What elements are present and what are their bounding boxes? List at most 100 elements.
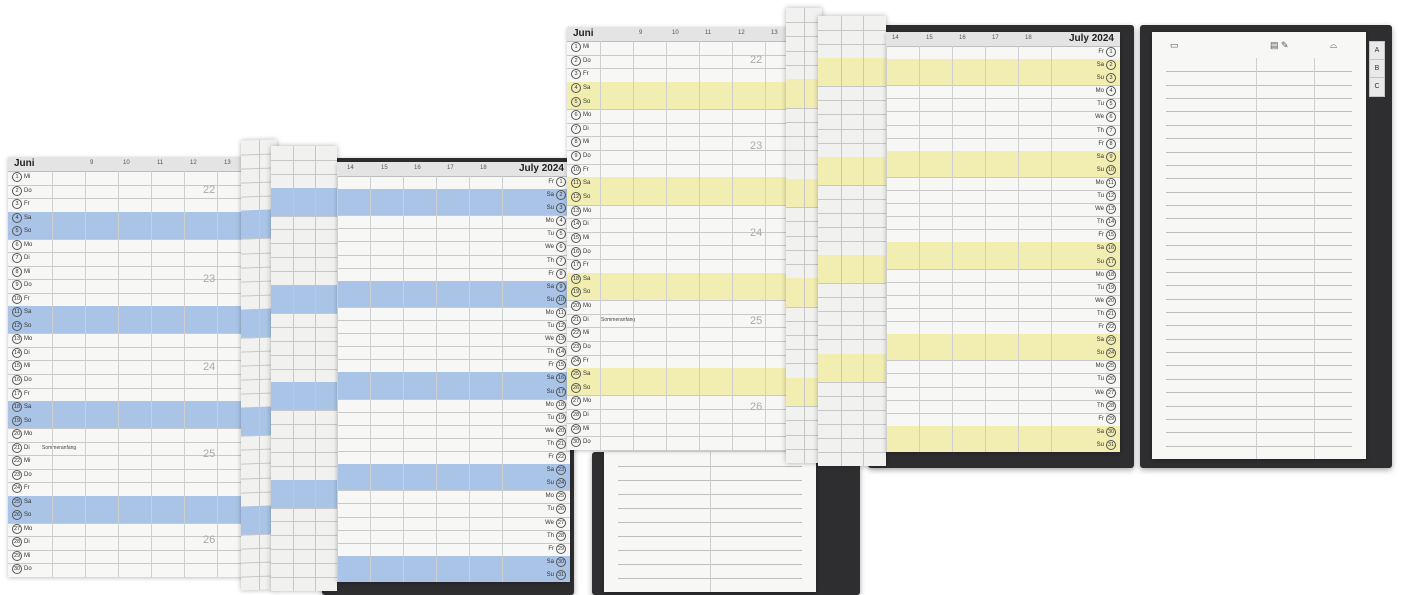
day-row: Th 21 xyxy=(886,308,1120,323)
day-row: 14 Di xyxy=(8,347,248,362)
fold-grid-line xyxy=(271,229,337,245)
note-line xyxy=(1166,352,1352,354)
day-row: Mo 18 xyxy=(886,269,1120,283)
fold-grid-line xyxy=(818,100,886,116)
fold-grid-line xyxy=(818,227,886,242)
hour-label: 18 xyxy=(480,165,487,171)
day-label: 28 Di xyxy=(12,537,30,548)
day-label: Sa 9 xyxy=(547,281,566,294)
week-number: 24 xyxy=(750,227,763,239)
day-row: Fr 15 xyxy=(337,359,570,374)
day-row: 12 So xyxy=(8,319,248,335)
note-line xyxy=(1166,285,1352,287)
day-label: 1 Mi xyxy=(571,41,589,55)
fax-pen-icon: ▤ ✎ xyxy=(1270,40,1289,50)
day-label: 8 Mi xyxy=(571,136,589,150)
fold-grid-line xyxy=(818,396,886,411)
day-label: 19 So xyxy=(571,287,591,298)
note-line xyxy=(1166,445,1352,447)
fold-grid-column xyxy=(293,146,294,591)
hour-label: 10 xyxy=(123,160,130,166)
day-label: 28 Di xyxy=(571,410,589,421)
day-row: Mo 4 xyxy=(337,215,570,230)
july-day-rows: Fr 1 Sa 2 Su 3 Mo 4 Tu 5 We 6 Th 7 Fr 8 Sa 9 Su 10 Mo 11 Tu 12 W… xyxy=(337,176,570,582)
day-label: 10 Fr xyxy=(571,164,589,175)
day-label: Mo 18 xyxy=(1095,269,1116,280)
day-label: 14 Di xyxy=(12,347,30,358)
day-label: Th 7 xyxy=(547,255,566,268)
note-line xyxy=(1166,191,1352,193)
day-row: Su 31 xyxy=(886,438,1120,452)
hour-label: 16 xyxy=(959,35,966,41)
day-row: 19 So xyxy=(8,414,248,430)
note-line xyxy=(1166,432,1352,434)
day-row: Fr 1 xyxy=(337,176,570,191)
fold-grid-line xyxy=(271,243,337,259)
july-header: 14 15 16 17 18 July 2024 xyxy=(886,32,1120,47)
fold-grid-column xyxy=(804,8,805,463)
fold-grid-line xyxy=(271,508,337,523)
fold-grid-line xyxy=(271,327,337,342)
day-label: Sa 2 xyxy=(547,189,566,202)
day-row: Th 21 xyxy=(337,438,570,453)
day-row: Su 24 xyxy=(886,347,1120,362)
holiday-note: Sommeranfang xyxy=(42,444,77,451)
fold-grid-line xyxy=(271,257,337,273)
july-month-title: July 2024 xyxy=(1068,33,1114,44)
day-row: Fr 1 xyxy=(886,46,1120,61)
day-label: Tu 19 xyxy=(547,412,566,423)
day-row: Mo 18 xyxy=(337,399,570,413)
fold-grid-line xyxy=(818,255,886,271)
index-tab-c: C xyxy=(1369,77,1385,97)
day-label: 27 Mo xyxy=(571,396,592,407)
fold-grid-line xyxy=(271,313,337,328)
day-row: Tu 5 xyxy=(886,98,1120,113)
left-june-page: Juni 9 10 11 12 13 1 Mi 2 Do 3 Fr 4 Sa 5 So 6 Mo 7 Di… xyxy=(8,157,248,577)
day-row: 29 Mi xyxy=(8,550,248,565)
day-label: 25 Sa xyxy=(12,496,32,507)
fold-grid-line xyxy=(818,30,886,46)
note-line xyxy=(1166,178,1352,180)
day-label: Th 14 xyxy=(1096,217,1116,228)
fold-grid-line xyxy=(818,86,886,102)
day-label: 7 Di xyxy=(571,123,589,137)
day-label: 2 Do xyxy=(12,185,32,199)
hour-label: 13 xyxy=(771,30,778,36)
day-label: 18 Sa xyxy=(571,273,591,284)
fold-grid-line xyxy=(818,339,886,355)
day-row: Su 3 xyxy=(886,72,1120,87)
day-label: 21 Di xyxy=(571,314,589,325)
fold-grid-line xyxy=(271,369,337,384)
right-fold-flap-2 xyxy=(818,16,886,466)
day-row: Sa 9 xyxy=(337,280,570,295)
day-label: 30 Do xyxy=(571,437,591,448)
day-label: Tu 5 xyxy=(1097,98,1116,111)
day-row: 11 Sa xyxy=(8,306,248,321)
fold-grid-line xyxy=(271,549,337,565)
day-row: Tu 19 xyxy=(337,412,570,426)
fold-grid-line xyxy=(818,311,886,327)
day-label: 27 Mo xyxy=(12,523,33,534)
day-row: Th 7 xyxy=(886,125,1120,139)
day-label: Tu 26 xyxy=(547,504,566,515)
day-label: Fr 8 xyxy=(1098,138,1116,151)
day-label: Sa 30 xyxy=(1096,426,1116,437)
fold-grid-line xyxy=(271,355,337,370)
day-label: We 20 xyxy=(545,425,566,436)
day-row: Tu 26 xyxy=(337,503,570,518)
day-row: Mo 25 xyxy=(337,490,570,505)
fold-grid-line xyxy=(818,129,886,144)
note-line xyxy=(1166,84,1352,86)
day-row: Fr 29 xyxy=(886,413,1120,427)
day-label: 11 Sa xyxy=(571,177,590,191)
day-label: 18 Sa xyxy=(12,402,32,413)
day-row: Fr 22 xyxy=(886,321,1120,336)
note-line xyxy=(1166,325,1352,327)
day-label: 23 Do xyxy=(12,469,32,480)
fold-grid-line xyxy=(271,466,337,481)
fold-grid-line xyxy=(271,452,337,467)
day-row: Sa 30 xyxy=(337,555,570,570)
day-label: Th 7 xyxy=(1097,125,1116,138)
day-label: Fr 22 xyxy=(548,452,566,463)
note-line xyxy=(1166,378,1352,380)
